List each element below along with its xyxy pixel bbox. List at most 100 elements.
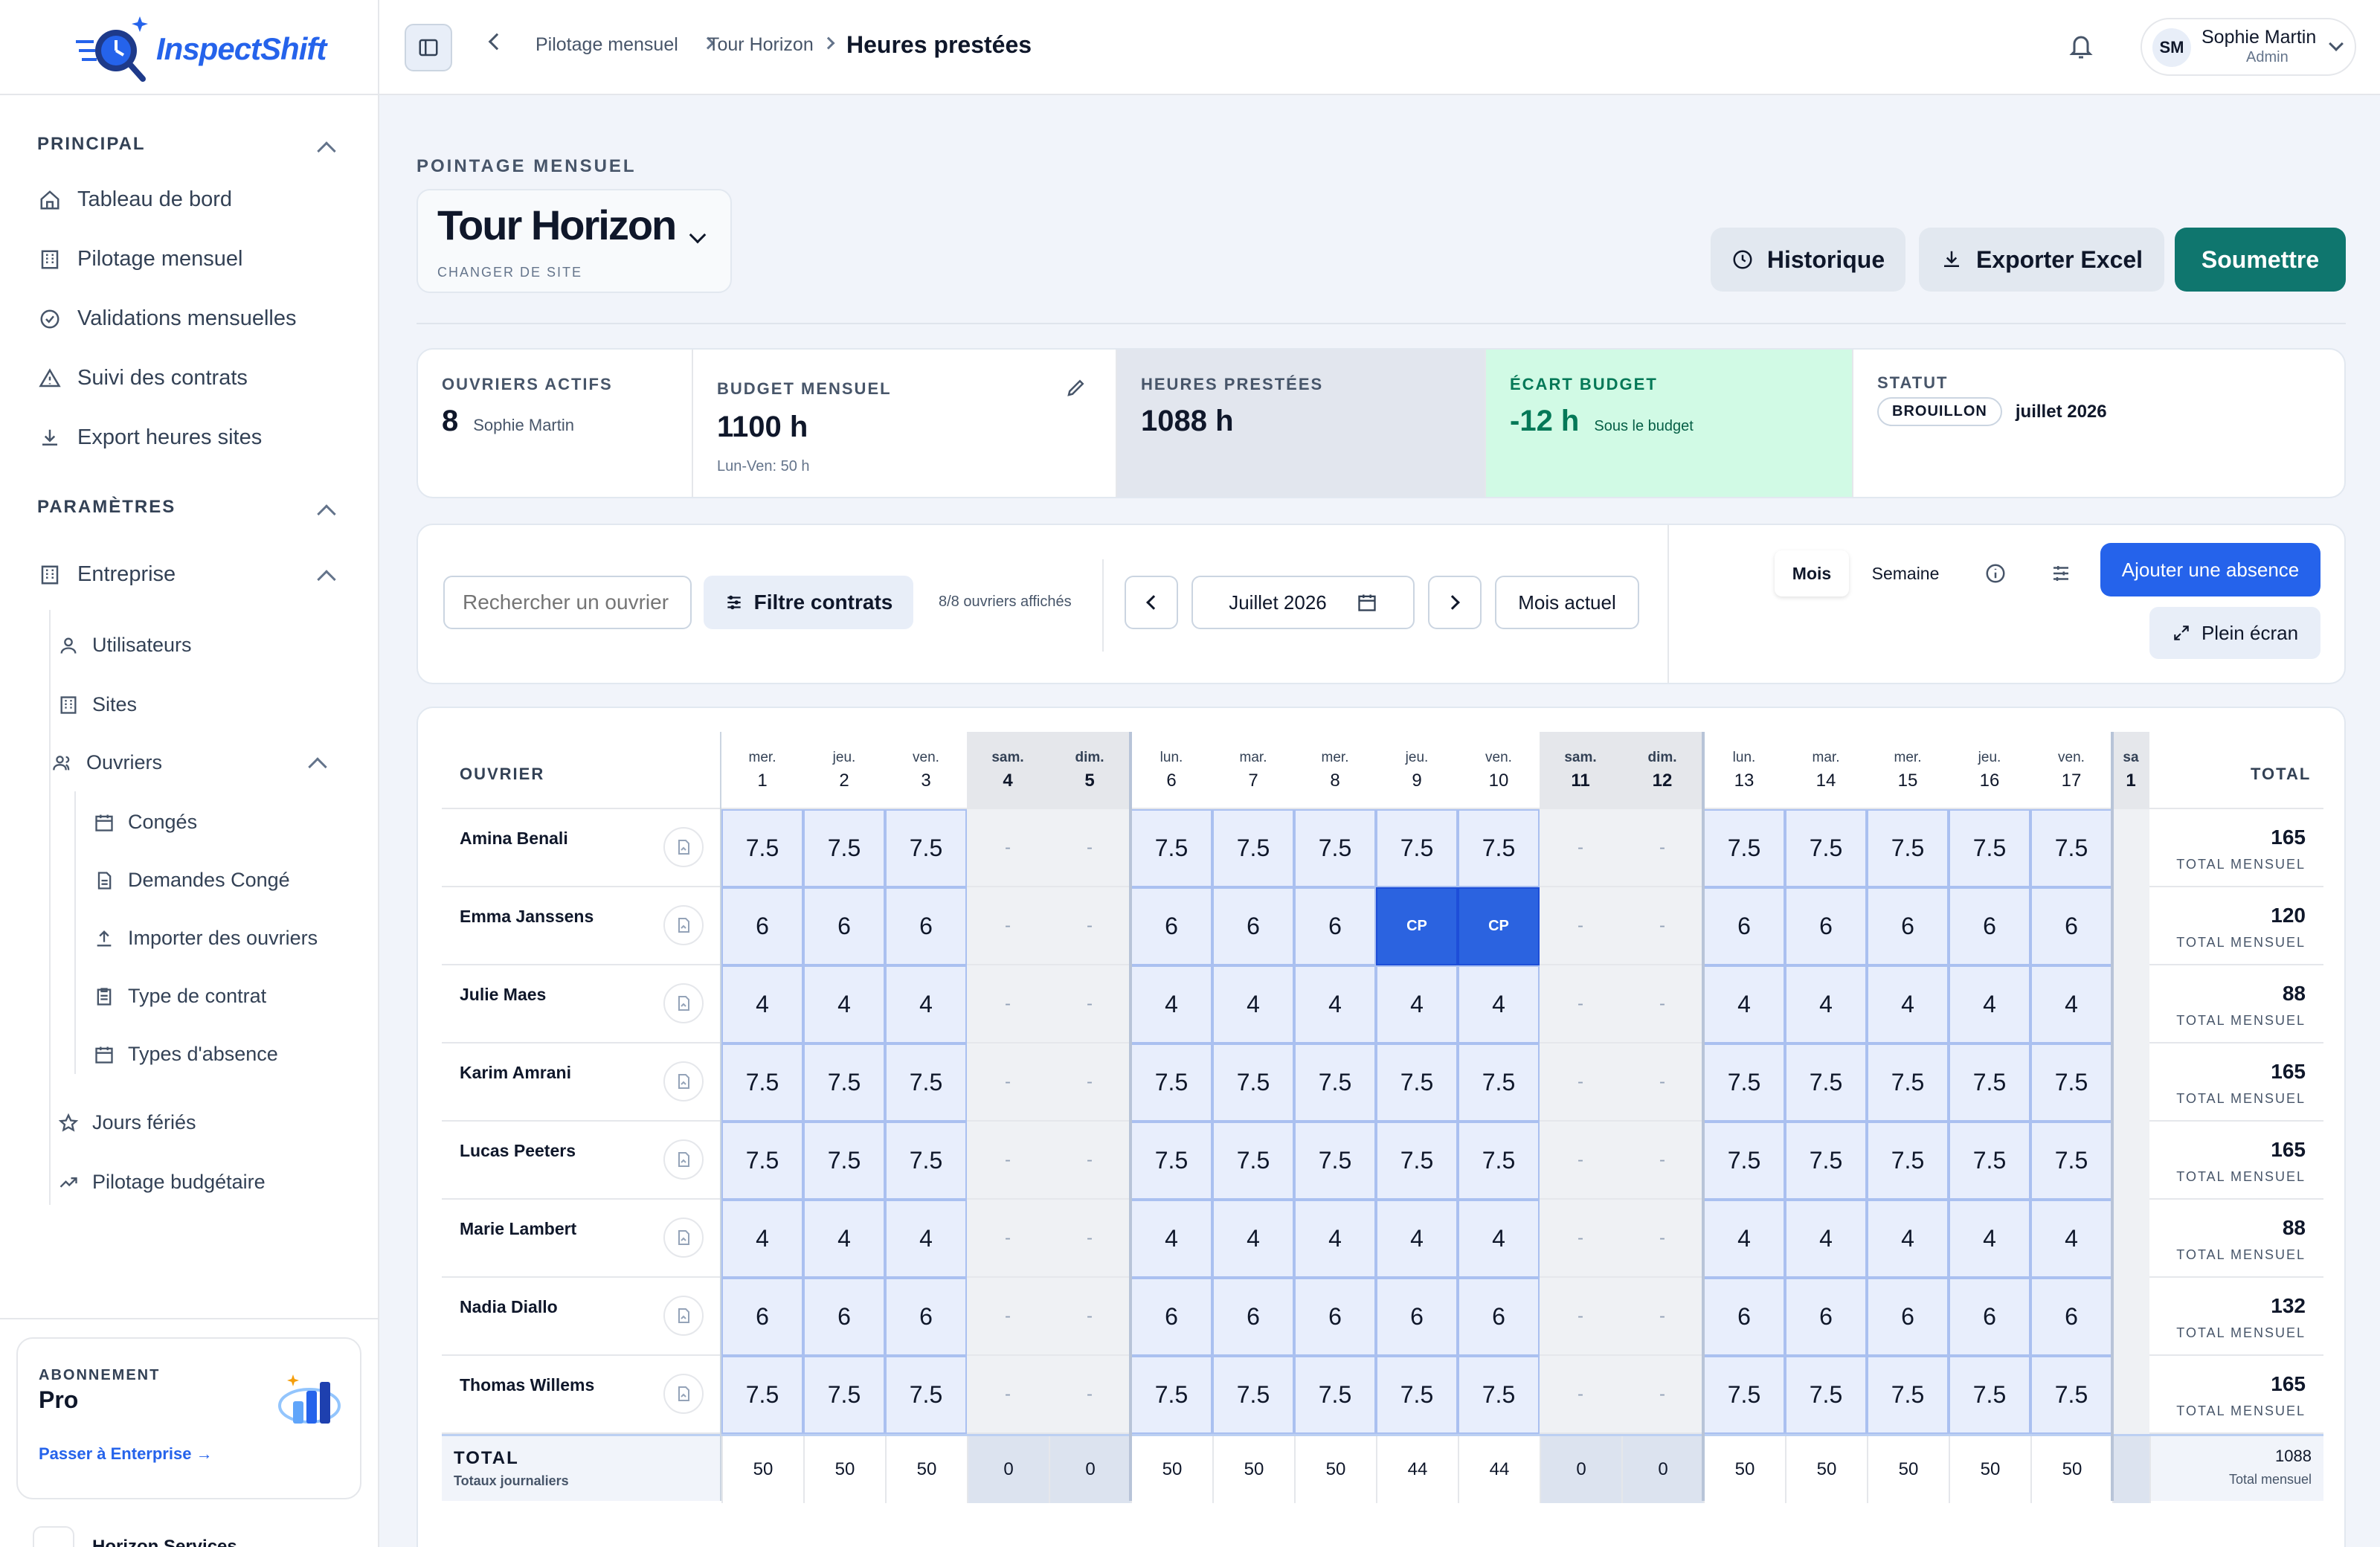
worker-document-button[interactable] <box>663 905 704 945</box>
worker-document-button[interactable] <box>663 1296 704 1336</box>
hours-cell[interactable]: 4 <box>1376 1200 1458 1278</box>
hours-cell[interactable]: 7.5 <box>1458 809 1540 887</box>
filter-contracts-button[interactable]: Filtre contrats <box>704 576 913 629</box>
hours-cell[interactable]: 7.5 <box>1458 1122 1540 1200</box>
entreprise-collapse-icon[interactable] <box>317 570 336 589</box>
hours-cell[interactable]: 7.5 <box>1458 1043 1540 1122</box>
hours-cell[interactable]: 6 <box>1130 1278 1212 1356</box>
hours-cell[interactable]: 7.5 <box>1294 809 1376 887</box>
hours-cell[interactable]: 6 <box>1949 887 2030 965</box>
hours-cell[interactable]: 4 <box>1376 965 1458 1043</box>
hours-cell[interactable]: 7.5 <box>1703 809 1785 887</box>
nav-export-heures-sites[interactable]: Export heures sites <box>39 425 262 450</box>
hours-cell[interactable]: 6 <box>885 887 967 965</box>
worker-document-button[interactable] <box>663 1374 704 1414</box>
breadcrumb-site[interactable]: Tour Horizon <box>708 34 814 56</box>
edit-pencil-icon[interactable] <box>1065 376 1087 399</box>
hours-cell[interactable]: 7.5 <box>1949 1122 2030 1200</box>
hours-cell[interactable]: 4 <box>803 965 885 1043</box>
nav-pilotage-budgetaire[interactable]: Pilotage budgétaire <box>58 1171 266 1194</box>
historique-button[interactable]: Historique <box>1711 228 1905 292</box>
logo[interactable]: InspectShift <box>0 0 378 95</box>
next-month-button[interactable] <box>1428 576 1482 629</box>
hours-cell[interactable]: 7.5 <box>1785 1122 1867 1200</box>
hours-cell[interactable]: 7.5 <box>803 1356 885 1434</box>
hours-cell[interactable]: CP <box>1458 887 1540 965</box>
back-chevron-icon[interactable] <box>488 33 506 51</box>
hours-cell[interactable]: 4 <box>1949 965 2030 1043</box>
hours-cell[interactable]: 7.5 <box>1294 1356 1376 1434</box>
hours-cell[interactable]: 7.5 <box>1785 809 1867 887</box>
hours-cell[interactable]: 7.5 <box>1867 809 1949 887</box>
hours-cell[interactable]: 4 <box>1294 965 1376 1043</box>
section-principal-collapse-icon[interactable] <box>317 141 336 161</box>
breadcrumb-pilotage[interactable]: Pilotage mensuel <box>536 34 678 56</box>
hours-cell[interactable]: 7.5 <box>1212 809 1294 887</box>
hours-cell[interactable]: 7.5 <box>1294 1043 1376 1122</box>
nav-utilisateurs[interactable]: Utilisateurs <box>58 634 192 657</box>
submit-button[interactable]: Soumettre <box>2175 228 2346 292</box>
hours-cell[interactable]: 7.5 <box>2030 1122 2112 1200</box>
hours-cell[interactable]: 7.5 <box>803 1122 885 1200</box>
hours-cell[interactable]: 7.5 <box>1703 1043 1785 1122</box>
nav-types-absence[interactable]: Types d'absence <box>94 1043 278 1066</box>
hours-cell[interactable]: 6 <box>1458 1278 1540 1356</box>
hours-cell[interactable]: 6 <box>1785 1278 1867 1356</box>
hours-cell[interactable]: 6 <box>1294 887 1376 965</box>
hours-cell[interactable]: 6 <box>1867 887 1949 965</box>
hours-cell[interactable]: 7.5 <box>721 1356 803 1434</box>
hours-cell[interactable]: 7.5 <box>1376 1356 1458 1434</box>
hours-cell[interactable]: 4 <box>721 965 803 1043</box>
hours-cell[interactable]: CP <box>1376 887 1458 965</box>
hours-cell[interactable]: 4 <box>1130 1200 1212 1278</box>
hours-cell[interactable]: 7.5 <box>1949 1356 2030 1434</box>
hours-cell[interactable]: 7.5 <box>1376 1122 1458 1200</box>
hours-cell[interactable]: 6 <box>2030 887 2112 965</box>
hours-cell[interactable]: 4 <box>1212 1200 1294 1278</box>
hours-cell[interactable]: 7.5 <box>2030 1356 2112 1434</box>
current-month-button[interactable]: Mois actuel <box>1495 576 1639 629</box>
hours-cell[interactable]: 7.5 <box>2030 1043 2112 1122</box>
nav-conges[interactable]: Congés <box>94 811 197 834</box>
hours-cell[interactable]: 4 <box>1949 1200 2030 1278</box>
hours-cell[interactable]: 4 <box>1785 1200 1867 1278</box>
view-month-tab[interactable]: Mois <box>1775 550 1849 596</box>
hours-cell[interactable]: 7.5 <box>1130 1356 1212 1434</box>
hours-cell[interactable]: 4 <box>1458 1200 1540 1278</box>
hours-cell[interactable]: 6 <box>1867 1278 1949 1356</box>
nav-sites[interactable]: Sites <box>58 693 137 716</box>
hours-cell[interactable]: 6 <box>1294 1278 1376 1356</box>
hours-cell[interactable]: 4 <box>803 1200 885 1278</box>
hours-cell[interactable]: 4 <box>1458 965 1540 1043</box>
hours-cell[interactable]: 7.5 <box>1703 1356 1785 1434</box>
nav-ouvriers[interactable]: Ouvriers <box>52 751 162 774</box>
hours-cell[interactable]: 7.5 <box>885 1356 967 1434</box>
hours-cell[interactable]: 7.5 <box>721 1122 803 1200</box>
hours-cell[interactable]: 7.5 <box>1949 809 2030 887</box>
hours-cell[interactable]: 4 <box>1703 965 1785 1043</box>
hours-cell[interactable]: 6 <box>1130 887 1212 965</box>
hours-cell[interactable]: 4 <box>1703 1200 1785 1278</box>
hours-cell[interactable]: 4 <box>721 1200 803 1278</box>
hours-cell[interactable]: 7.5 <box>1130 1043 1212 1122</box>
hours-cell[interactable]: 7.5 <box>1867 1356 1949 1434</box>
hours-cell[interactable]: 4 <box>1294 1200 1376 1278</box>
hours-cell[interactable]: 7.5 <box>1294 1122 1376 1200</box>
upgrade-link[interactable]: Passer à Enterprise → <box>39 1444 213 1464</box>
prev-month-button[interactable] <box>1125 576 1178 629</box>
hours-cell[interactable]: 7.5 <box>1212 1122 1294 1200</box>
hours-cell[interactable]: 7.5 <box>1867 1122 1949 1200</box>
hours-cell[interactable]: 6 <box>1785 887 1867 965</box>
hours-cell[interactable]: 6 <box>1949 1278 2030 1356</box>
nav-type-de-contrat[interactable]: Type de contrat <box>94 985 266 1008</box>
hours-cell[interactable]: 4 <box>1867 1200 1949 1278</box>
nav-suivi-des-contrats[interactable]: Suivi des contrats <box>39 366 248 390</box>
bell-icon[interactable] <box>2068 31 2094 61</box>
user-menu[interactable]: SM Sophie Martin Admin <box>2141 18 2356 76</box>
month-picker[interactable]: Juillet 2026 <box>1191 576 1415 629</box>
hours-cell[interactable]: 6 <box>1212 887 1294 965</box>
settings-sliders-icon[interactable] <box>2050 562 2072 585</box>
worker-document-button[interactable] <box>663 983 704 1023</box>
hours-cell[interactable]: 7.5 <box>1130 809 1212 887</box>
company-switcher[interactable]: Horizon Services <box>33 1526 237 1547</box>
